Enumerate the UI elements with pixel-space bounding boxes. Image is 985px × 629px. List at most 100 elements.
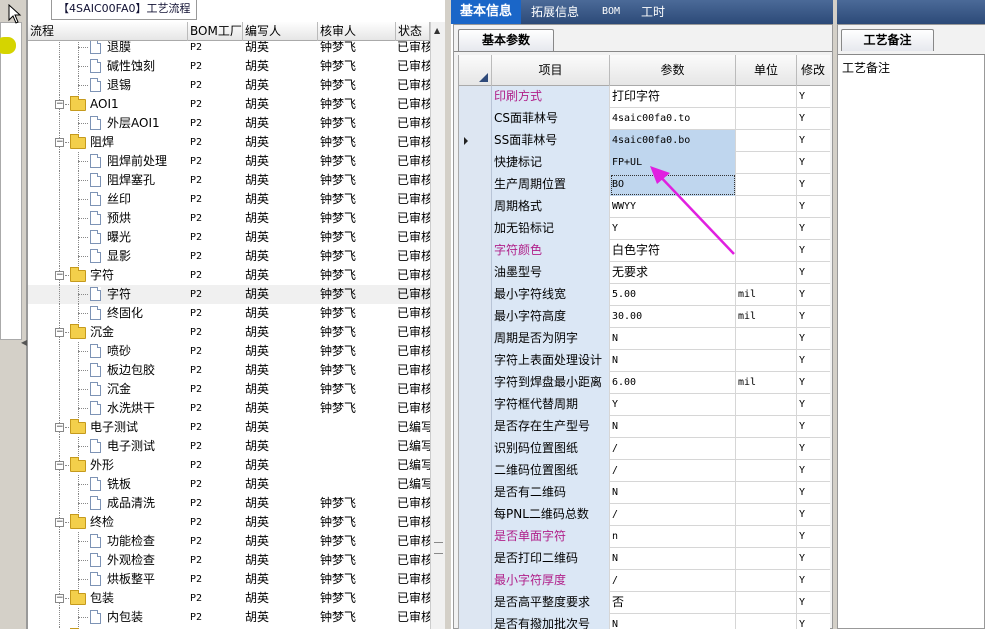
tree-row[interactable]: 电子测试 P2 胡英 已编写 bbox=[28, 437, 430, 456]
tree-row[interactable]: 阻焊塞孔 P2 胡英 钟梦飞 已审核 bbox=[28, 171, 430, 190]
row-indicator[interactable] bbox=[459, 504, 492, 526]
param-row[interactable]: 油墨型号 无要求 Y bbox=[459, 262, 830, 284]
tree-row[interactable]: 退膜 P2 胡英 钟梦飞 已审核 bbox=[28, 41, 430, 57]
param-modify-cell[interactable]: Y bbox=[797, 218, 830, 240]
row-indicator[interactable] bbox=[459, 86, 492, 108]
tree-row[interactable]: 内包装 P2 胡英 钟梦飞 已审核 bbox=[28, 608, 430, 627]
param-modify-cell[interactable]: Y bbox=[797, 328, 830, 350]
row-indicator[interactable] bbox=[459, 548, 492, 570]
tree-row[interactable]: 曝光 P2 胡英 钟梦飞 已审核 bbox=[28, 228, 430, 247]
param-value-cell[interactable]: 无要求 bbox=[610, 262, 736, 284]
tree-scrollbar[interactable]: ▲ bbox=[430, 22, 446, 629]
tree-row[interactable]: 丝印 P2 胡英 钟梦飞 已审核 bbox=[28, 190, 430, 209]
row-indicator[interactable] bbox=[459, 262, 492, 284]
tab-basic-info[interactable]: 基本信息 bbox=[451, 0, 521, 24]
param-row[interactable]: CS面菲林号 4saic00fa0.to Y bbox=[459, 108, 830, 130]
row-indicator[interactable] bbox=[459, 284, 492, 306]
param-modify-cell[interactable]: Y bbox=[797, 416, 830, 438]
param-value-cell[interactable]: N bbox=[610, 614, 736, 629]
expand-minus-icon[interactable]: − bbox=[55, 138, 64, 147]
tab-extended-info[interactable]: 拓展信息 bbox=[521, 0, 589, 24]
tree-row[interactable]: 外观检查 P2 胡英 钟梦飞 已审核 bbox=[28, 551, 430, 570]
tree-row[interactable]: 字符 P2 胡英 钟梦飞 已审核 bbox=[28, 285, 430, 304]
param-row[interactable]: 印刷方式 打印字符 Y bbox=[459, 86, 830, 108]
param-row[interactable]: 字符框代替周期 Y Y bbox=[459, 394, 830, 416]
param-row[interactable]: 每PNL二维码总数 / Y bbox=[459, 504, 830, 526]
expand-minus-icon[interactable]: − bbox=[55, 594, 64, 603]
tab-process-notes[interactable]: 工艺备注 bbox=[841, 29, 934, 51]
col-header-value[interactable]: 参数 bbox=[610, 55, 736, 86]
tree-row[interactable]: − 外形 P2 胡英 已编写 bbox=[28, 456, 430, 475]
param-row[interactable]: 最小字符高度 30.00 mil Y bbox=[459, 306, 830, 328]
tree-row[interactable]: 铣板 P2 胡英 已编写 bbox=[28, 475, 430, 494]
param-value-cell[interactable]: N bbox=[610, 482, 736, 504]
row-indicator[interactable] bbox=[459, 372, 492, 394]
param-modify-cell[interactable]: Y bbox=[797, 152, 830, 174]
param-value-cell[interactable]: N bbox=[610, 328, 736, 350]
param-modify-cell[interactable]: Y bbox=[797, 86, 830, 108]
param-value-cell[interactable]: 4saic00fa0.bo bbox=[610, 130, 736, 152]
tree-row[interactable]: 喷砂 P2 胡英 钟梦飞 已审核 bbox=[28, 342, 430, 361]
row-indicator[interactable] bbox=[459, 152, 492, 174]
tree-row[interactable]: 成品清洗 P2 胡英 钟梦飞 已审核 bbox=[28, 494, 430, 513]
tree-row[interactable]: − AOI1 P2 胡英 钟梦飞 已审核 bbox=[28, 95, 430, 114]
param-value-cell[interactable]: 否 bbox=[610, 592, 736, 614]
param-modify-cell[interactable]: Y bbox=[797, 130, 830, 152]
param-row[interactable]: 是否高平整度要求否 Y bbox=[459, 592, 830, 614]
param-modify-cell[interactable]: Y bbox=[797, 548, 830, 570]
param-row[interactable]: SS面菲林号 4saic00fa0.bo Y bbox=[459, 130, 830, 152]
param-value-cell[interactable]: / bbox=[610, 504, 736, 526]
param-row[interactable]: 二维码位置图纸 / Y bbox=[459, 460, 830, 482]
param-modify-cell[interactable]: Y bbox=[797, 284, 830, 306]
tree-row[interactable]: − 阻焊 P2 胡英 钟梦飞 已审核 bbox=[28, 133, 430, 152]
param-modify-cell[interactable]: Y bbox=[797, 592, 830, 614]
scroll-grip[interactable] bbox=[434, 542, 443, 554]
row-indicator[interactable] bbox=[459, 108, 492, 130]
param-modify-cell[interactable]: Y bbox=[797, 350, 830, 372]
param-row[interactable]: 是否单面字符 n Y bbox=[459, 526, 830, 548]
col-header-author[interactable]: 编写人 bbox=[243, 22, 318, 41]
col-header-status[interactable]: 状态 bbox=[396, 22, 430, 41]
param-value-cell[interactable]: 6.00 bbox=[610, 372, 736, 394]
tree-row[interactable]: − 字符 P2 胡英 钟梦飞 已审核 bbox=[28, 266, 430, 285]
param-value-cell[interactable]: / bbox=[610, 570, 736, 592]
expand-minus-icon[interactable]: − bbox=[55, 423, 64, 432]
expand-minus-icon[interactable]: − bbox=[55, 461, 64, 470]
row-indicator[interactable] bbox=[459, 174, 492, 196]
param-row[interactable]: 字符上表面处理设计 N Y bbox=[459, 350, 830, 372]
param-row[interactable]: 周期是否为阴字 N Y bbox=[459, 328, 830, 350]
param-modify-cell[interactable]: Y bbox=[797, 108, 830, 130]
row-indicator[interactable] bbox=[459, 240, 492, 262]
row-indicator[interactable] bbox=[459, 482, 492, 504]
param-row[interactable]: 识别码位置图纸 / Y bbox=[459, 438, 830, 460]
grid-corner[interactable] bbox=[459, 55, 492, 86]
param-row[interactable]: 最小字符厚度 / Y bbox=[459, 570, 830, 592]
param-row[interactable]: 是否有撥加批次号 N Y bbox=[459, 614, 830, 629]
tree-row[interactable]: 预烘 P2 胡英 钟梦飞 已审核 bbox=[28, 209, 430, 228]
row-indicator[interactable] bbox=[459, 394, 492, 416]
row-indicator[interactable] bbox=[459, 416, 492, 438]
tree-row[interactable]: 终固化 P2 胡英 钟梦飞 已审核 bbox=[28, 304, 430, 323]
row-indicator[interactable] bbox=[459, 130, 492, 152]
row-indicator[interactable] bbox=[459, 328, 492, 350]
param-value-cell[interactable]: N bbox=[610, 350, 736, 372]
param-row[interactable]: 最小字符线宽 5.00 mil Y bbox=[459, 284, 830, 306]
param-modify-cell[interactable]: Y bbox=[797, 394, 830, 416]
splitter-left[interactable] bbox=[445, 0, 451, 629]
status-pill-icon[interactable] bbox=[0, 37, 16, 54]
col-header-bom[interactable]: BOM工厂 bbox=[188, 22, 243, 41]
param-modify-cell[interactable]: Y bbox=[797, 526, 830, 548]
param-value-cell[interactable]: Y bbox=[610, 394, 736, 416]
col-header-item[interactable]: 项目 bbox=[492, 55, 610, 86]
tree-row[interactable]: − 包装 P2 胡英 钟梦飞 已审核 bbox=[28, 589, 430, 608]
tree-row[interactable]: 阻焊前处理 P2 胡英 钟梦飞 已审核 bbox=[28, 152, 430, 171]
expand-minus-icon[interactable]: − bbox=[55, 518, 64, 527]
tree-row[interactable]: − 沉金 P2 胡英 钟梦飞 已审核 bbox=[28, 323, 430, 342]
tab-work-hours[interactable]: 工时 bbox=[633, 0, 673, 24]
expand-minus-icon[interactable]: − bbox=[55, 271, 64, 280]
param-value-cell[interactable]: 打印字符 bbox=[610, 86, 736, 108]
param-modify-cell[interactable]: Y bbox=[797, 262, 830, 284]
tree-row[interactable]: 功能检查 P2 胡英 钟梦飞 已审核 bbox=[28, 532, 430, 551]
row-indicator[interactable] bbox=[459, 460, 492, 482]
param-row[interactable]: 是否有二维码 N Y bbox=[459, 482, 830, 504]
